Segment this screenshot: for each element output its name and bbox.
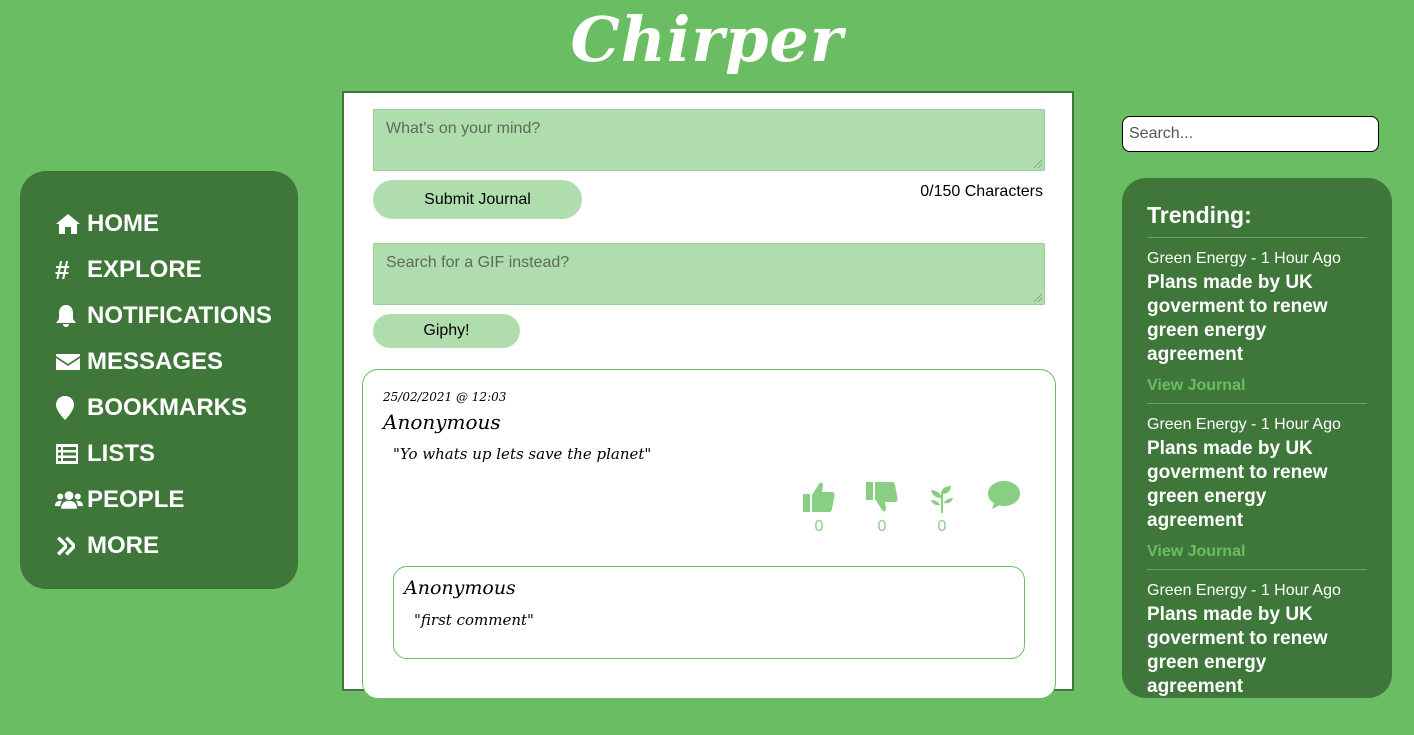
thumbs-down-icon — [866, 482, 898, 512]
nav-label-people: PEOPLE — [87, 486, 185, 513]
nav-label-explore: EXPLORE — [87, 256, 202, 283]
feed-panel: What's on your mind? Submit Journal 0/15… — [342, 91, 1074, 699]
bell-icon — [55, 303, 83, 329]
trending-meta: Green Energy - 1 Hour Ago — [1147, 582, 1341, 599]
comment-button[interactable] — [984, 480, 1024, 514]
speech-bubble-icon — [988, 481, 1020, 509]
search-placeholder: Search... — [1129, 125, 1194, 142]
envelope-icon — [55, 349, 83, 375]
nav-item-bookmarks[interactable]: BOOKMARKS — [55, 385, 298, 431]
nav-item-home[interactable]: HOME — [55, 201, 298, 247]
trending-item: Green Energy - 1 Hour Ago Plans made by … — [1147, 238, 1367, 404]
giphy-button[interactable]: Giphy! — [373, 314, 520, 348]
trending-panel: Trending: Green Energy - 1 Hour Ago Plan… — [1122, 178, 1392, 726]
nav-item-people[interactable]: PEOPLE — [55, 477, 298, 523]
trending-item: Green Energy - 1 Hour Ago Plans made by … — [1147, 570, 1367, 735]
nav-label-bookmarks: BOOKMARKS — [87, 394, 247, 421]
trending-headline: Plans made by UK goverment to renew gree… — [1147, 438, 1328, 531]
home-icon — [55, 211, 83, 237]
trending-item: Green Energy - 1 Hour Ago Plans made by … — [1147, 404, 1367, 570]
comment-card: Anonymous "first comment" — [393, 566, 1025, 659]
post-timestamp: 25/02/2021 @ 12:03 — [383, 390, 507, 404]
nav-item-messages[interactable]: MESSAGES — [55, 339, 298, 385]
nav-label-more: MORE — [87, 532, 159, 559]
comment-body: "first comment" — [414, 611, 534, 629]
resize-grip-icon[interactable] — [1034, 294, 1042, 302]
resize-grip-icon[interactable] — [1034, 160, 1042, 168]
hashtag-icon: # — [55, 255, 70, 285]
post-author: Anonymous — [383, 410, 501, 434]
comment-author: Anonymous — [404, 577, 516, 599]
chirper-logo[interactable]: Chirper — [0, 0, 1414, 80]
like-count: 0 — [814, 518, 824, 535]
seedling-icon — [931, 486, 953, 513]
sidebar-nav: HOME # EXPLORE NOTIFICATIONS MESSAGES BO… — [20, 171, 298, 589]
trending-headline: Plans made by UK goverment to renew gree… — [1147, 272, 1328, 365]
nav-label-lists: LISTS — [87, 440, 156, 467]
post-body: "Yo whats up lets save the planet" — [393, 445, 652, 463]
list-icon — [55, 441, 83, 467]
submit-journal-button[interactable]: Submit Journal — [373, 180, 582, 219]
journal-post: 25/02/2021 @ 12:03 Anonymous "Yo whats u… — [362, 369, 1056, 699]
nav-label-home: HOME — [87, 210, 159, 237]
journal-placeholder: What's on your mind? — [386, 120, 541, 137]
double-chevron-right-icon — [55, 533, 83, 559]
nav-label-notifications: NOTIFICATIONS — [87, 302, 272, 329]
map-pin-icon — [55, 395, 83, 421]
plant-count: 0 — [937, 518, 947, 535]
nav-item-lists[interactable]: LISTS — [55, 431, 298, 477]
view-journal-link[interactable]: View Journal — [1147, 543, 1367, 561]
journal-textarea[interactable]: What's on your mind? — [373, 109, 1045, 171]
trending-meta: Green Energy - 1 Hour Ago — [1147, 250, 1341, 267]
users-icon — [55, 487, 83, 513]
nav-item-notifications[interactable]: NOTIFICATIONS — [55, 293, 298, 339]
plant-button[interactable]: 0 — [922, 480, 962, 536]
gif-search-textarea[interactable]: Search for a GIF instead? — [373, 243, 1045, 305]
trending-headline: Plans made by UK goverment to renew gree… — [1147, 604, 1328, 697]
nav-item-more[interactable]: MORE — [55, 523, 298, 569]
trending-meta: Green Energy - 1 Hour Ago — [1147, 416, 1341, 433]
character-counter: 0/150 Characters — [920, 183, 1043, 200]
dislike-count: 0 — [877, 518, 887, 535]
search-input[interactable]: Search... — [1122, 116, 1379, 152]
trending-title: Trending: — [1147, 202, 1367, 238]
nav-label-messages: MESSAGES — [87, 348, 224, 375]
nav-item-explore[interactable]: # EXPLORE — [55, 247, 298, 293]
view-journal-link[interactable]: View Journal — [1147, 377, 1367, 395]
dislike-button[interactable]: 0 — [862, 480, 902, 536]
like-button[interactable]: 0 — [799, 480, 839, 536]
thumbs-up-icon — [803, 482, 835, 512]
gif-placeholder: Search for a GIF instead? — [386, 254, 570, 271]
view-journal-link[interactable]: View Journal — [1147, 709, 1367, 727]
